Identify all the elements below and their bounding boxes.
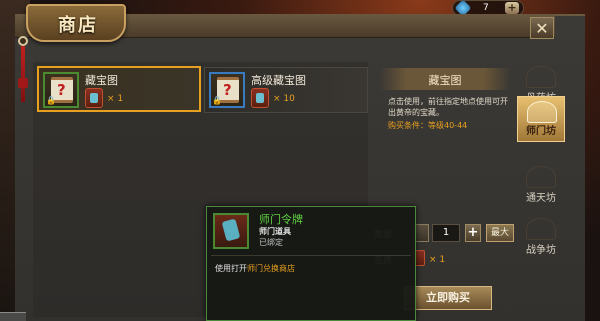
hook-ornament bbox=[18, 36, 28, 46]
sect-token-icon bbox=[213, 213, 249, 249]
item-name: 藏宝图 bbox=[85, 74, 118, 87]
token-icon bbox=[251, 88, 269, 108]
tooltip-item-name: 师门令牌 bbox=[259, 213, 303, 226]
tab-war-shop[interactable]: 战争坊 bbox=[517, 214, 565, 260]
detail-item-name: 藏宝图 bbox=[428, 74, 462, 87]
total-cost-value: × 1 bbox=[429, 255, 446, 265]
tab-label: 师门坊 bbox=[526, 126, 556, 137]
quantity-plus-button[interactable]: + bbox=[465, 224, 481, 242]
item-card-advanced-treasure-map[interactable]: 🔒 高级藏宝图 × 10 bbox=[204, 67, 368, 113]
item-icon: 🔒 bbox=[209, 72, 245, 108]
quantity-max-button[interactable]: 最大 bbox=[486, 224, 514, 242]
tab-emblem-icon bbox=[527, 101, 557, 123]
currency-amount: 7 bbox=[483, 3, 489, 13]
item-card-treasure-map[interactable]: 🔒 藏宝图 × 1 bbox=[37, 66, 201, 112]
tooltip-usage-link[interactable]: 师门兑换商店 bbox=[247, 264, 295, 273]
close-button[interactable]: ✕ bbox=[530, 17, 554, 39]
add-currency-button[interactable]: + bbox=[505, 2, 519, 14]
item-tooltip: 师门令牌 师门道具 已绑定 使用打开师门兑换商店 bbox=[206, 206, 416, 321]
close-icon: ✕ bbox=[535, 18, 549, 38]
tab-emblem-icon bbox=[526, 166, 556, 188]
tooltip-usage: 使用打开师门兑换商店 bbox=[215, 263, 295, 274]
token-icon bbox=[85, 88, 103, 108]
buy-now-button[interactable]: 立即购买 bbox=[404, 286, 492, 310]
item-detail: 藏宝图 点击使用，前往指定地点使用可开出黄帝的宝藏。 购买条件：等级40-44 bbox=[380, 62, 510, 152]
item-cost: × 10 bbox=[273, 94, 295, 104]
tooltip-bind-status: 已绑定 bbox=[259, 238, 283, 247]
tab-label: 战争坊 bbox=[526, 245, 556, 256]
tassel-knot-ornament bbox=[18, 78, 28, 88]
tab-tongtian-shop[interactable]: 通天坊 bbox=[517, 162, 565, 208]
lock-icon: 🔒 bbox=[46, 96, 56, 105]
window-title: 商店 bbox=[58, 15, 98, 36]
chat-toggle-button[interactable] bbox=[0, 312, 26, 321]
tab-emblem-icon bbox=[526, 66, 556, 88]
tooltip-item-type: 师门道具 bbox=[259, 227, 291, 236]
detail-requirement: 购买条件：等级40-44 bbox=[388, 121, 468, 130]
tassel-ornament bbox=[21, 46, 25, 102]
lock-icon: 🔒 bbox=[212, 96, 222, 105]
shop-tabs: 丹药坊 师门坊 通天坊 战争坊 bbox=[517, 62, 565, 317]
tab-emblem-icon bbox=[526, 218, 556, 240]
quantity-input[interactable]: 1 bbox=[432, 224, 460, 242]
tooltip-divider bbox=[211, 255, 411, 256]
item-cost: × 1 bbox=[107, 94, 124, 104]
detail-description: 点击使用，前往指定地点使用可开出黄帝的宝藏。 bbox=[388, 97, 508, 117]
item-name: 高级藏宝图 bbox=[251, 74, 306, 87]
tab-label: 通天坊 bbox=[526, 193, 556, 204]
tooltip-usage-prefix: 使用打开 bbox=[215, 264, 247, 273]
item-icon: 🔒 bbox=[43, 72, 79, 108]
tab-sect-shop[interactable]: 师门坊 bbox=[517, 96, 565, 142]
